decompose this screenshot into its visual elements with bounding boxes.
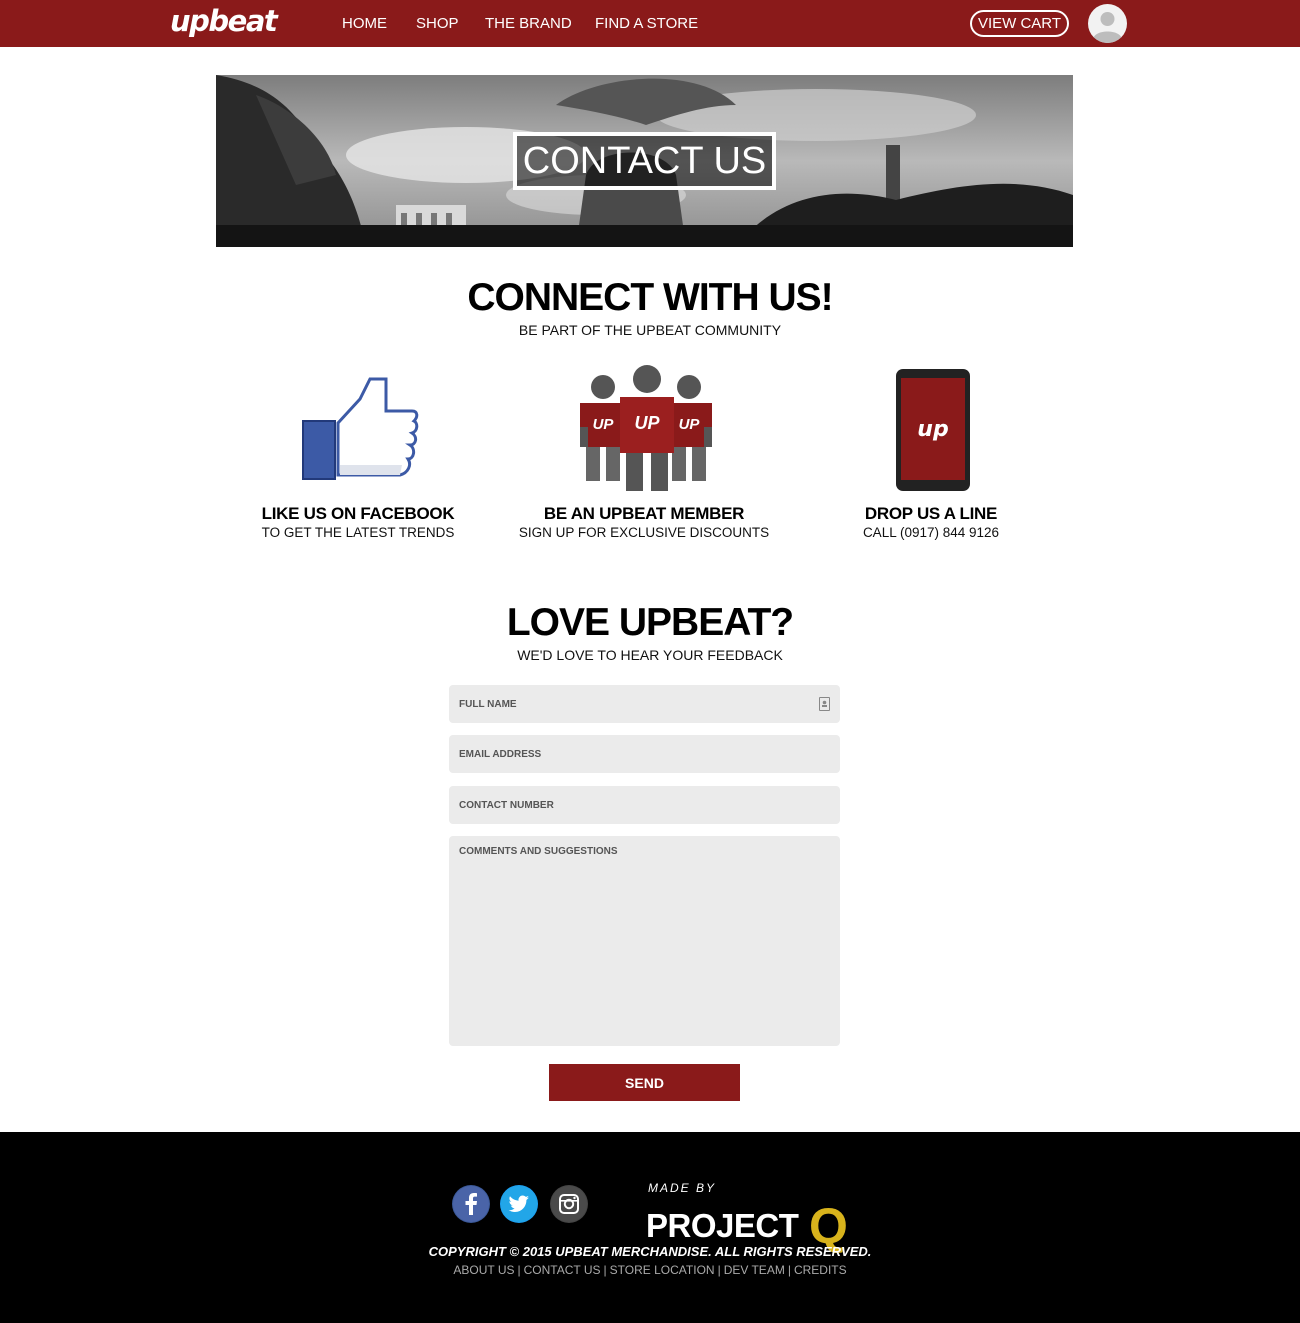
project-q-logo[interactable]: PROJECT Q [646, 1191, 848, 1254]
hero-title: CONTACT US [513, 132, 776, 190]
footer-contact-us-link[interactable]: CONTACT US [524, 1263, 601, 1277]
member-badge-center: UP [634, 413, 660, 433]
members-group-icon[interactable]: UP UP UP [578, 365, 714, 498]
top-navbar: upbeat HOME SHOP THE BRAND FIND A STORE … [0, 0, 1300, 47]
copyright-text: COPYRIGHT © 2015 UPBEAT MERCHANDISE. ALL… [428, 1244, 872, 1259]
footer-divider: | [787, 1263, 791, 1277]
nav-shop-link[interactable]: SHOP [416, 15, 459, 32]
facebook-title[interactable]: LIKE US ON FACEBOOK [228, 504, 488, 524]
member-title[interactable]: BE AN UPBEAT MEMBER [514, 504, 774, 524]
footer-divider: | [717, 1263, 721, 1277]
contact-card-icon[interactable] [819, 697, 830, 711]
facebook-subtitle: TO GET THE LATEST TRENDS [261, 525, 455, 540]
comments-textarea[interactable] [449, 836, 840, 1046]
user-avatar-icon[interactable] [1088, 4, 1127, 43]
phone-number: CALL (0917) 844 9126 [862, 525, 1000, 540]
project-q-name: PROJECT [646, 1207, 799, 1244]
instagram-icon[interactable] [550, 1185, 588, 1223]
full-name-input[interactable] [449, 685, 840, 723]
footer-dev-team-link[interactable]: DEV TEAM [724, 1263, 785, 1277]
member-badge-left: UP [593, 416, 615, 433]
phone-screen-logo: up [917, 417, 948, 442]
send-button[interactable]: SEND [549, 1064, 740, 1101]
footer-store-location-link[interactable]: STORE LOCATION [610, 1263, 715, 1277]
footer-about-us-link[interactable]: ABOUT US [453, 1263, 514, 1277]
nav-the-brand-link[interactable]: THE BRAND [485, 15, 572, 32]
email-input[interactable] [449, 735, 840, 773]
twitter-icon[interactable] [500, 1185, 538, 1223]
view-cart-button[interactable]: VIEW CART [970, 10, 1069, 37]
thumbs-up-icon[interactable] [300, 375, 420, 490]
nav-home-link[interactable]: HOME [342, 15, 387, 32]
connect-subheading: BE PART OF THE UPBEAT COMMUNITY [518, 322, 782, 338]
facebook-icon[interactable] [452, 1185, 490, 1223]
feedback-heading: LOVE UPBEAT? [506, 601, 794, 644]
upbeat-logo[interactable]: upbeat [170, 4, 278, 38]
connect-heading: CONNECT WITH US! [467, 276, 833, 319]
phone-icon[interactable]: up [895, 368, 971, 497]
footer-divider: | [517, 1263, 521, 1277]
drop-line-title[interactable]: DROP US A LINE [801, 504, 1061, 524]
contact-number-input[interactable] [449, 786, 840, 824]
member-subtitle: SIGN UP FOR EXCLUSIVE DISCOUNTS [518, 525, 770, 540]
member-badge-right: UP [679, 416, 701, 433]
footer-links: ABOUT US | CONTACT US | STORE LOCATION | DEV T… [0, 1263, 1300, 1277]
nav-find-a-store-link[interactable]: FIND A STORE [595, 15, 698, 32]
footer-credits-link[interactable]: CREDITS [794, 1263, 847, 1277]
footer-divider: | [603, 1263, 607, 1277]
feedback-subheading: WE'D LOVE TO HEAR YOUR FEEDBACK [517, 647, 783, 663]
